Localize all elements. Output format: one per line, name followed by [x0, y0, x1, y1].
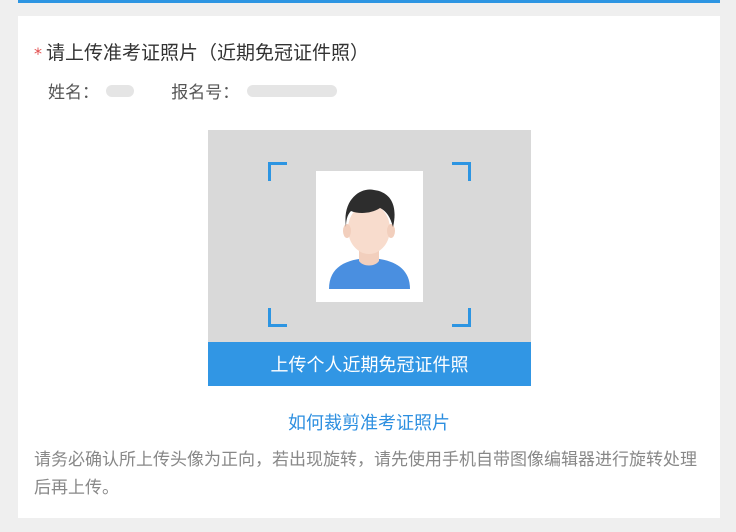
name-value-masked: [106, 84, 135, 97]
section-title: * 请上传准考证照片（近期免冠证件照）: [34, 38, 369, 65]
crop-corner-top-left: [268, 162, 287, 181]
upload-photo-button[interactable]: 上传个人近期免冠证件照: [208, 342, 531, 386]
crop-corner-top-right: [452, 162, 471, 181]
reg-no-label: 报名号：: [171, 83, 240, 103]
required-mark: *: [34, 44, 42, 63]
crop-guide-link[interactable]: 如何裁剪准考证照片: [18, 409, 720, 435]
person-portrait-icon: [316, 171, 423, 302]
crop-corner-bottom-right: [452, 308, 471, 327]
crop-corner-bottom-left: [268, 308, 287, 327]
photo-preview-area[interactable]: [208, 130, 531, 342]
upload-card: * 请上传准考证照片（近期免冠证件照） 姓名： 报名号： 上传个人近期免冠证件照 …: [18, 16, 720, 518]
upload-note: 请务必确认所上传头像为正向，若出现旋转，请先使用手机自带图像编辑器进行旋转处理后…: [34, 450, 697, 498]
top-accent-bar: [18, 0, 720, 3]
title-text: 请上传准考证照片（近期免冠证件照）: [46, 42, 370, 64]
name-label: 姓名：: [48, 83, 99, 103]
candidate-info: 姓名： 报名号：: [48, 78, 337, 103]
reg-no-value-masked: [246, 84, 337, 97]
